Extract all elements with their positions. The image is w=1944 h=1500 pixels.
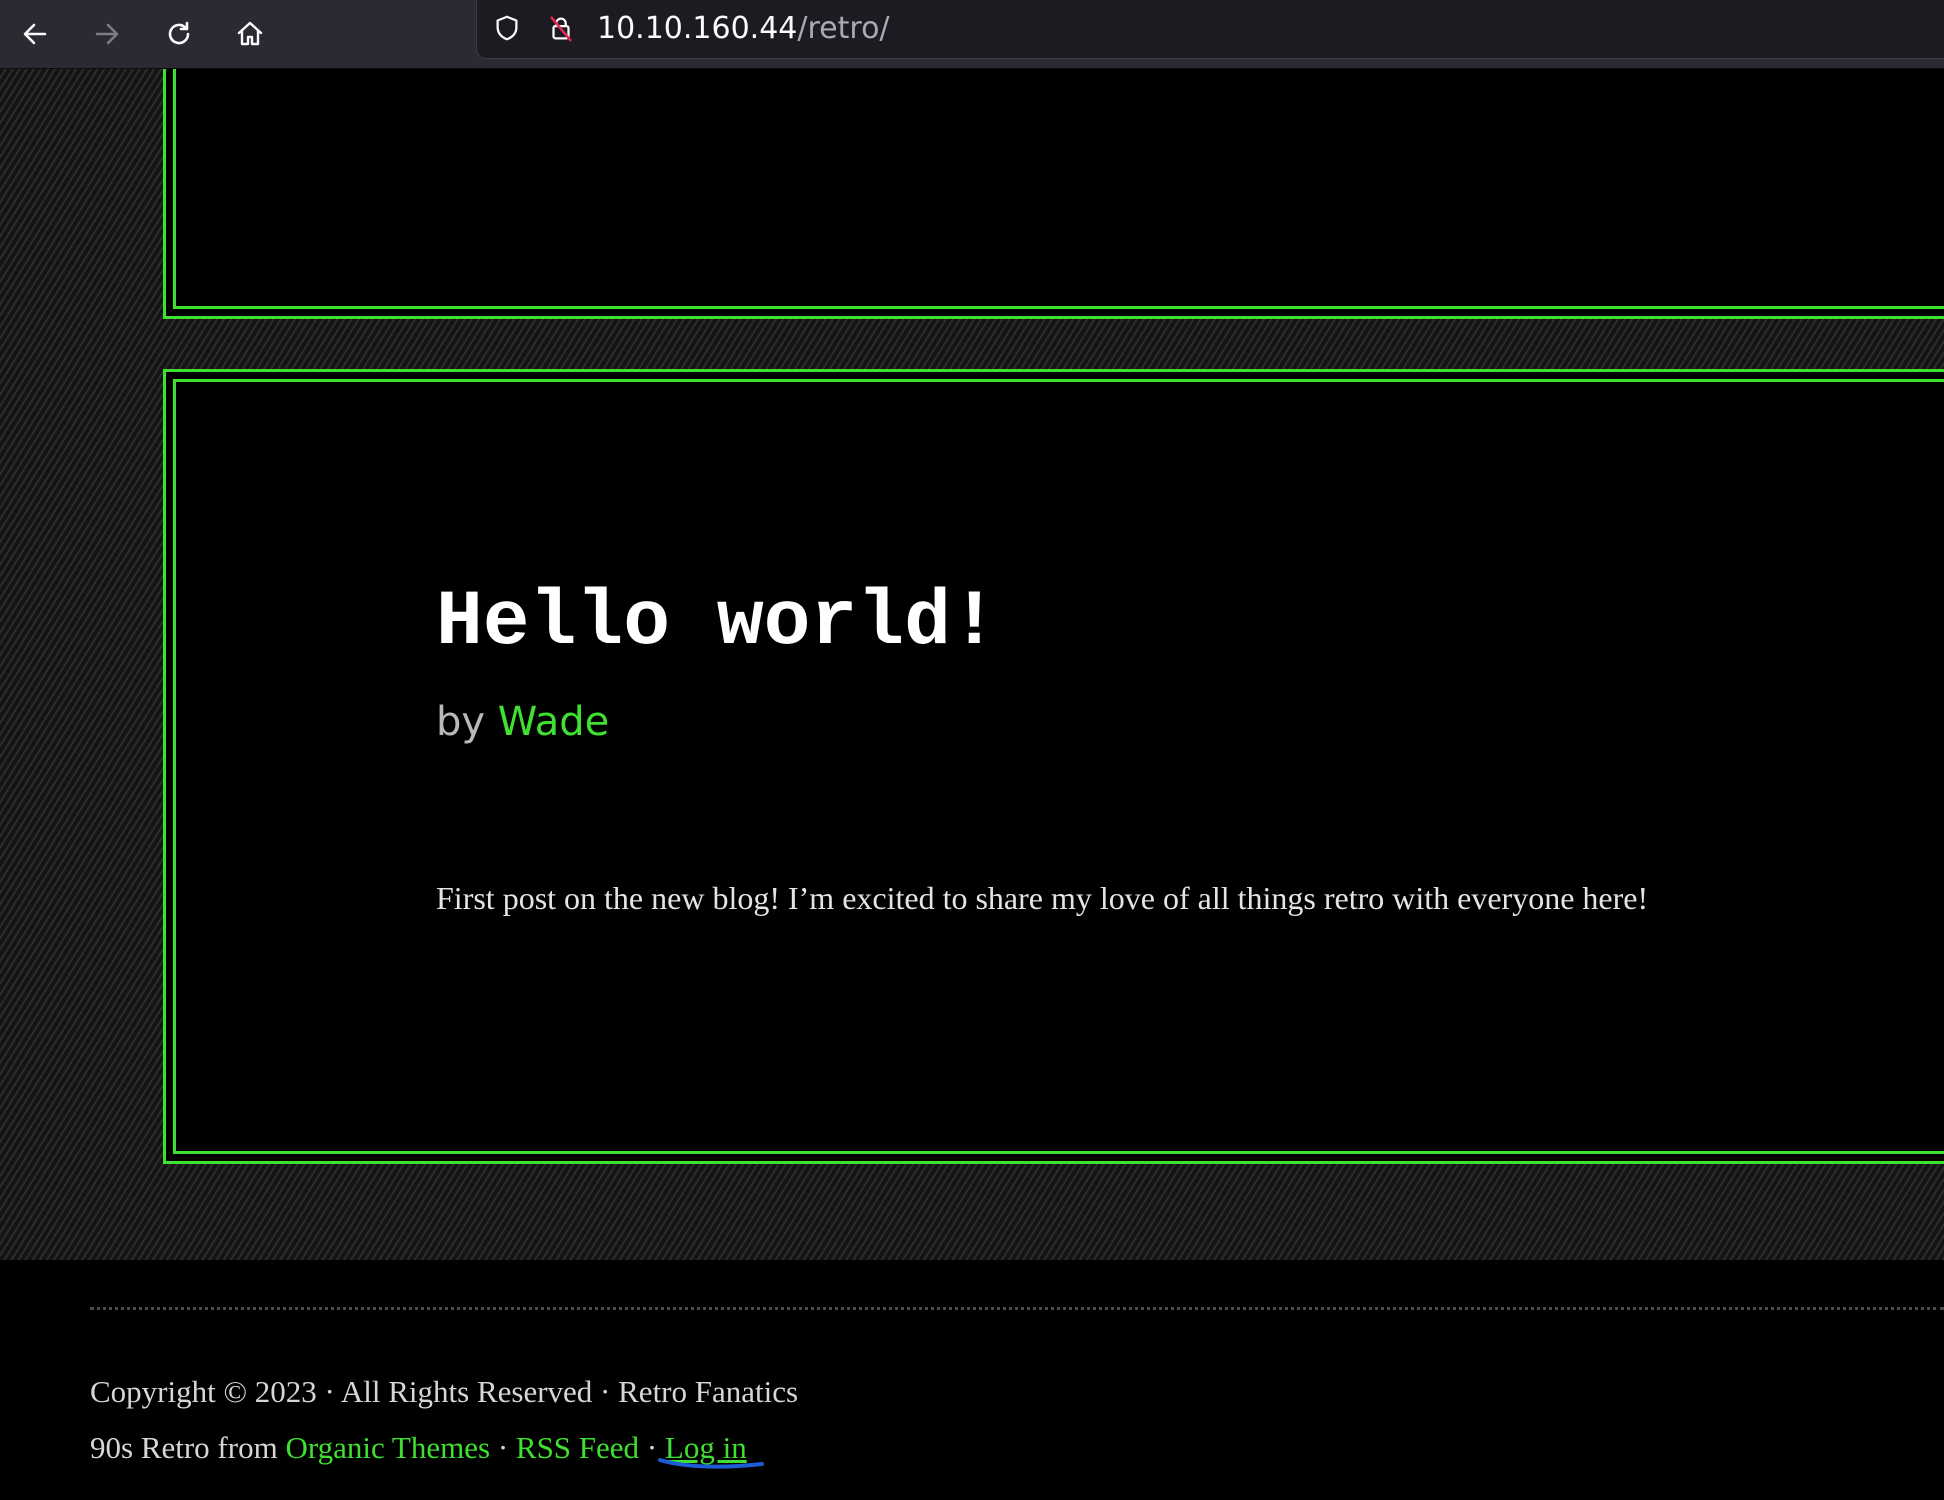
post-title[interactable]: Hello world!	[436, 578, 998, 668]
footer-credits: 90s Retro from Organic Themes · RSS Feed…	[90, 1426, 747, 1470]
browser-toolbar: 10.10.160.44/retro/	[0, 0, 1944, 69]
rss-feed-link[interactable]: RSS Feed	[516, 1430, 639, 1465]
byline-prefix: by	[436, 699, 486, 745]
annotation-underline	[658, 1458, 764, 1469]
separator: ·	[497, 1430, 509, 1465]
url-text[interactable]: 10.10.160.44/retro/	[597, 8, 890, 50]
theme-prefix: 90s Retro from	[90, 1430, 278, 1465]
back-button[interactable]	[13, 12, 57, 56]
arrow-left-icon	[23, 23, 47, 45]
home-icon	[237, 21, 263, 46]
post-byline: by Wade	[436, 692, 609, 752]
post-body: First post on the new blog! I’m excited …	[436, 880, 1649, 916]
arrow-right-icon	[95, 23, 119, 45]
reload-button[interactable]	[157, 12, 201, 56]
forward-button[interactable]	[85, 12, 129, 56]
home-button[interactable]	[228, 12, 272, 56]
insecure-lock-icon[interactable]	[545, 12, 577, 44]
author-link[interactable]: Wade	[498, 699, 610, 745]
footer-divider	[90, 1307, 1944, 1310]
organic-themes-link[interactable]: Organic Themes	[285, 1430, 490, 1465]
reload-icon	[168, 21, 190, 45]
post-frame	[163, 369, 1944, 1164]
copyright-text: Copyright © 2023 · All Rights Reserved ·…	[90, 1374, 799, 1409]
url-host: 10.10.160.44	[597, 11, 798, 46]
shield-icon[interactable]	[491, 12, 523, 44]
url-path: /retro/	[797, 11, 890, 46]
previous-post-frame	[163, 69, 1944, 319]
address-bar[interactable]: 10.10.160.44/retro/	[476, 0, 1944, 59]
site-footer: Copyright © 2023 · All Rights Reserved ·…	[0, 1260, 1944, 1500]
